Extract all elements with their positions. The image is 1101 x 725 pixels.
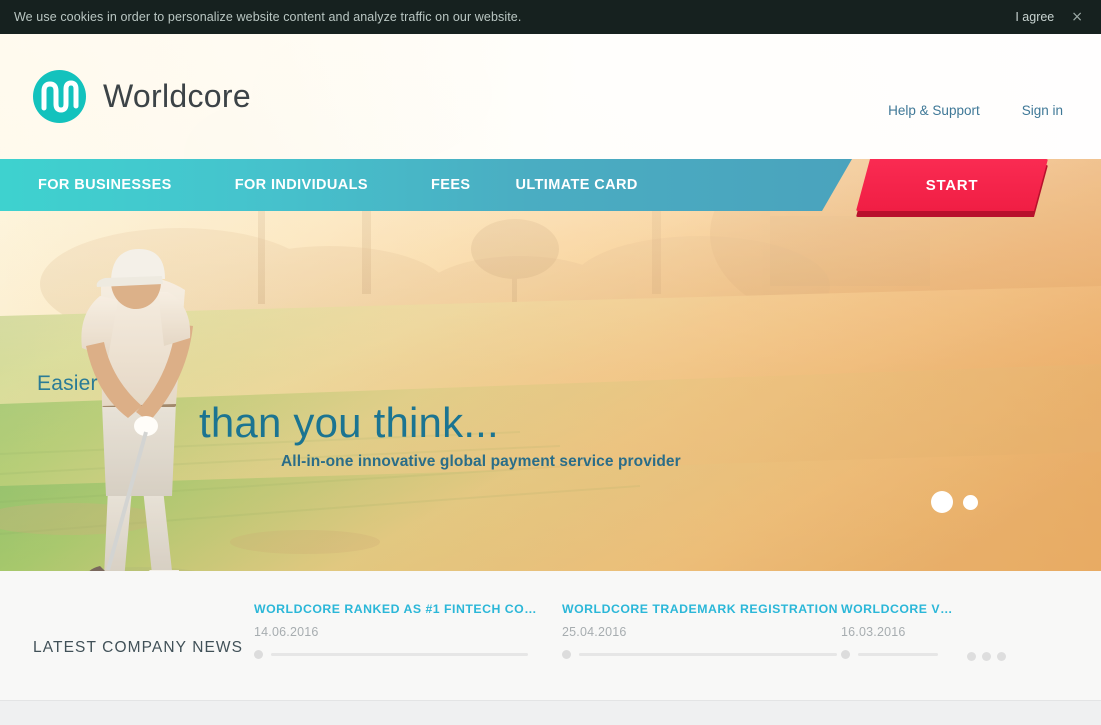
- hero-carousel-pagination: [931, 491, 978, 513]
- news-list: WORLDCORE RANKED AS #1 FINTECH COMP… 14.…: [254, 571, 1101, 700]
- news-headline[interactable]: WORLDCORE V…: [841, 602, 953, 616]
- news-headline[interactable]: WORLDCORE RANKED AS #1 FINTECH COMP…: [254, 602, 542, 616]
- cookie-consent-bar: We use cookies in order to personalize w…: [0, 0, 1101, 34]
- nav-item-ultimate-card[interactable]: ULTIMATE CARD: [515, 177, 637, 193]
- news-progress-rail: [841, 650, 953, 659]
- news-progress-rail: [562, 650, 850, 659]
- cookie-actions: I agree ×: [1015, 0, 1083, 34]
- nav-item-fees[interactable]: FEES: [431, 177, 470, 193]
- start-button-label: START: [925, 176, 979, 194]
- main-navigation: FOR BUSINESSES FOR INDIVIDUALS FEES ULTI…: [0, 159, 1101, 225]
- news-headline[interactable]: WORLDCORE TRADEMARK REGISTRATION: [562, 602, 850, 616]
- latest-news-section: LATEST COMPANY NEWS WORLDCORE RANKED AS …: [0, 571, 1101, 700]
- nav-item-for-businesses[interactable]: FOR BUSINESSES: [38, 177, 172, 193]
- news-rail-dot: [562, 650, 571, 659]
- carousel-dot-2[interactable]: [963, 494, 978, 510]
- ellipsis-dot: [967, 652, 976, 661]
- nav-bar: FOR BUSINESSES FOR INDIVIDUALS FEES ULTI…: [0, 159, 852, 211]
- ellipsis-dot: [982, 652, 991, 661]
- news-date: 14.06.2016: [254, 625, 319, 639]
- news-date: 25.04.2016: [562, 625, 627, 639]
- news-rail-line: [271, 653, 528, 656]
- news-item: WORLDCORE TRADEMARK REGISTRATION 25.04.2…: [562, 602, 850, 659]
- carousel-dot-1[interactable]: [931, 491, 953, 513]
- news-section-title: LATEST COMPANY NEWS: [33, 639, 244, 656]
- news-rail-dot: [254, 650, 263, 659]
- cookie-agree-button[interactable]: I agree: [1015, 10, 1054, 24]
- hero-headline-large: than you think...: [199, 399, 499, 446]
- hero-headline-small: Easier: [37, 372, 98, 395]
- start-button[interactable]: START: [856, 159, 1048, 211]
- ellipsis-dot: [997, 652, 1006, 661]
- hero-subtitle: All-in-one innovative global payment ser…: [281, 453, 681, 470]
- news-rail-line: [858, 653, 938, 656]
- worldcore-homepage: We use cookies in order to personalize w…: [0, 0, 1101, 725]
- news-date: 16.03.2016: [841, 625, 906, 639]
- ellipsis-icon[interactable]: [967, 652, 1006, 661]
- news-rail-line: [579, 653, 837, 656]
- news-item: WORLDCORE V… 16.03.2016: [841, 602, 953, 659]
- footer-strip: [0, 700, 1101, 725]
- news-progress-rail: [254, 650, 542, 659]
- close-icon[interactable]: ×: [1071, 10, 1083, 24]
- news-rail-dot: [841, 650, 850, 659]
- nav-item-for-individuals[interactable]: FOR INDIVIDUALS: [235, 177, 368, 193]
- cookie-message: We use cookies in order to personalize w…: [14, 10, 522, 24]
- news-item: WORLDCORE RANKED AS #1 FINTECH COMP… 14.…: [254, 602, 542, 659]
